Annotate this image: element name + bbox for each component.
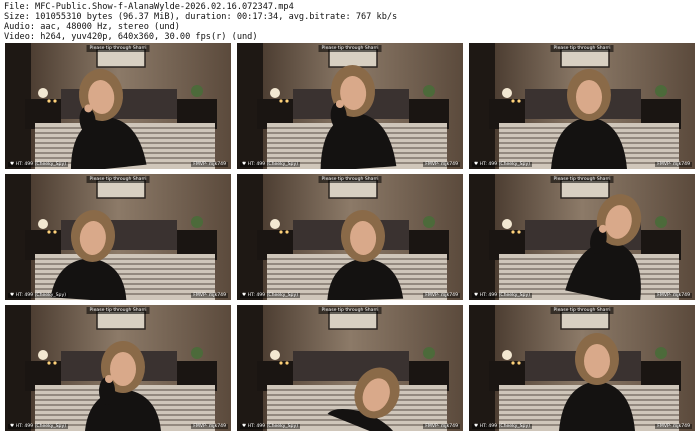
plant-right <box>655 85 667 97</box>
candle <box>53 99 57 103</box>
overlay-tip-info: ♥ HT: 499 (Cheeky_Spy) <box>8 162 68 167</box>
lamp-left <box>502 350 512 360</box>
plant-right <box>655 216 667 228</box>
video-thumbnail: Please tip through Sharri ♥ HT: 499 (Che… <box>469 174 695 300</box>
candle <box>285 230 289 234</box>
scene-image <box>5 305 231 431</box>
plant-right <box>423 216 435 228</box>
plant-right <box>191 347 203 359</box>
overlay-message: Please tip through Sharri <box>550 45 614 52</box>
overlay-message: Please tip through Sharri <box>318 176 382 183</box>
candle <box>53 230 57 234</box>
candle <box>47 99 51 103</box>
video-thumbnail: Please tip through Sharri ♥ HT: 499 (Che… <box>237 174 463 300</box>
blanket-stripe <box>35 263 215 265</box>
candle <box>279 361 283 365</box>
scene-image <box>237 43 463 169</box>
lamp-left <box>270 219 280 229</box>
scene-image <box>237 305 463 431</box>
candle <box>285 99 289 103</box>
plant-right <box>191 216 203 228</box>
candle <box>53 361 57 365</box>
overlay-message: Please tip through Sharri <box>86 176 150 183</box>
overlay-tip-info: ♥ HT: 499 (Cheeky_Spy) <box>472 293 532 298</box>
overlay-message: Please tip through Sharri <box>318 307 382 314</box>
overlay-mvp: FMVP- mjk749 <box>191 424 228 429</box>
overlay-mvp: FMVP- mjk749 <box>423 293 460 298</box>
overlay-mvp: FMVP- mjk749 <box>655 293 692 298</box>
candle <box>47 361 51 365</box>
person-face <box>576 80 602 114</box>
overlay-message: Please tip through Sharri <box>86 307 150 314</box>
audio-info-line: Audio: aac, 48000 Hz, stereo (und) <box>4 22 180 32</box>
overlay-message: Please tip through Sharri <box>86 45 150 52</box>
file-info-header: File: MFC-Public.Show-f-AlanaWylde-2026.… <box>4 2 696 42</box>
lamp-left <box>502 219 512 229</box>
overlay-tip-info: ♥ HT: 499 (Cheeky_Spy) <box>240 424 300 429</box>
person-hand <box>105 375 113 383</box>
video-thumbnail: Please tip through Sharri ♥ HT: 499 (Che… <box>5 43 231 169</box>
overlay-tip-info: ♥ HT: 499 (Cheeky_Spy) <box>472 424 532 429</box>
video-thumbnail: Please tip through Sharri ♥ HT: 499 (Che… <box>237 43 463 169</box>
overlay-mvp: FMVP- mjk749 <box>423 162 460 167</box>
overlay-message: Please tip through Sharri <box>318 45 382 52</box>
person-face <box>584 344 610 378</box>
scene-image <box>237 174 463 300</box>
candle <box>47 230 51 234</box>
overlay-tip-info: ♥ HT: 499 (Cheeky_Spy) <box>240 293 300 298</box>
lamp-left <box>270 350 280 360</box>
video-thumbnail: Please tip through Sharri ♥ HT: 499 (Che… <box>469 305 695 431</box>
scene-image <box>469 43 695 169</box>
candle <box>517 361 521 365</box>
candle <box>511 230 515 234</box>
lamp-left <box>38 88 48 98</box>
lamp-left <box>38 350 48 360</box>
blanket-stripe <box>35 268 215 270</box>
lamp-left <box>270 88 280 98</box>
overlay-mvp: FMVP- mjk749 <box>191 162 228 167</box>
overlay-message: Please tip through Sharri <box>550 176 614 183</box>
overlay-tip-info: ♥ HT: 499 (Cheeky_Spy) <box>240 162 300 167</box>
video-thumbnail: Please tip through Sharri ♥ HT: 499 (Che… <box>469 43 695 169</box>
overlay-tip-info: ♥ HT: 499 (Cheeky_Spy) <box>8 293 68 298</box>
file-name-line: File: MFC-Public.Show-f-AlanaWylde-2026.… <box>4 2 294 12</box>
person-face <box>110 352 136 386</box>
overlay-mvp: FMVP- mjk749 <box>423 424 460 429</box>
plant-right <box>423 347 435 359</box>
thumbnail-grid: Please tip through Sharri ♥ HT: 499 (Che… <box>5 43 695 431</box>
scene-image <box>469 174 695 300</box>
scene-image <box>469 305 695 431</box>
overlay-mvp: FMVP- mjk749 <box>191 293 228 298</box>
overlay-mvp: FMVP- mjk749 <box>655 424 692 429</box>
overlay-tip-info: ♥ HT: 499 (Cheeky_Spy) <box>472 162 532 167</box>
lamp-left <box>38 219 48 229</box>
overlay-tip-info: ♥ HT: 499 (Cheeky_Spy) <box>8 424 68 429</box>
video-thumbnail: Please tip through Sharri ♥ HT: 499 (Che… <box>237 305 463 431</box>
blanket-stripe <box>35 258 215 260</box>
video-thumbnail: Please tip through Sharri ♥ HT: 499 (Che… <box>5 174 231 300</box>
overlay-message: Please tip through Sharri <box>550 307 614 314</box>
plant-right <box>191 85 203 97</box>
scene-image <box>5 43 231 169</box>
candle <box>279 230 283 234</box>
plant-right <box>423 85 435 97</box>
overlay-mvp: FMVP- mjk749 <box>655 162 692 167</box>
scene-image <box>5 174 231 300</box>
plant-right <box>655 347 667 359</box>
candle <box>511 99 515 103</box>
candle <box>517 99 521 103</box>
candle <box>517 230 521 234</box>
file-size-line: Size: 101055310 bytes (96.37 MiB), durat… <box>4 12 398 22</box>
lamp-left <box>502 88 512 98</box>
video-thumbnail: Please tip through Sharri ♥ HT: 499 (Che… <box>5 305 231 431</box>
video-info-line: Video: h264, yuv420p, 640x360, 30.00 fps… <box>4 32 258 42</box>
candle <box>285 361 289 365</box>
candle <box>279 99 283 103</box>
candle <box>511 361 515 365</box>
